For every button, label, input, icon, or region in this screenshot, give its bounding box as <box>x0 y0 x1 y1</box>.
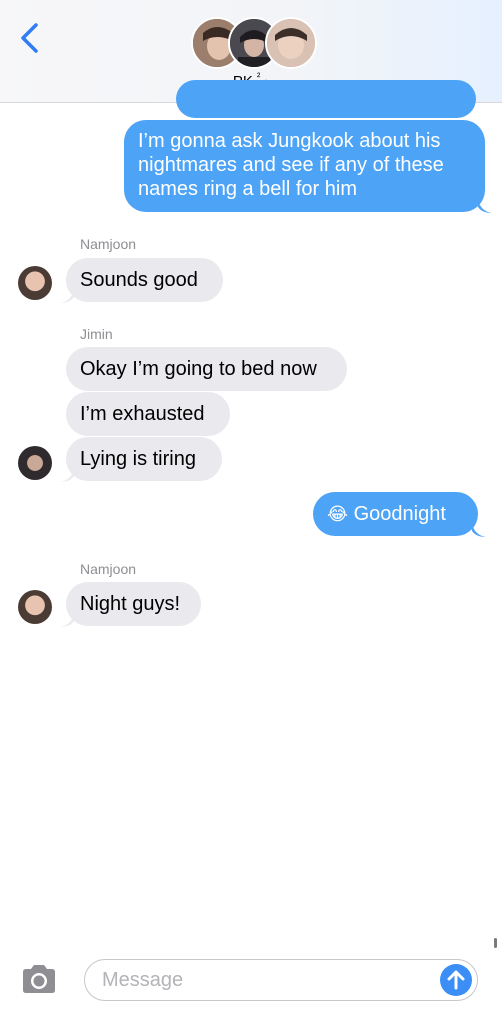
camera-icon[interactable] <box>20 964 58 994</box>
group-avatars[interactable] <box>191 17 317 69</box>
message-bubble-incoming[interactable]: Lying is tiring <box>66 437 222 481</box>
avatar-jimin[interactable] <box>18 446 52 480</box>
avatar-namjoon[interactable] <box>18 266 52 300</box>
send-button[interactable] <box>440 964 472 996</box>
message-text: Goodnight <box>353 503 446 525</box>
message-text: Sounds good <box>80 269 198 291</box>
chevron-left-icon[interactable] <box>18 22 42 54</box>
laughing-emoji-icon: 😂 <box>327 504 349 524</box>
message-text-line: I’m gonna ask Jungkook about his <box>138 130 441 152</box>
sender-name: Namjoon <box>80 236 137 252</box>
message-text: Lying is tiring <box>80 448 196 470</box>
bubble-tail <box>478 199 492 213</box>
message-placeholder: Message <box>102 969 184 991</box>
message-text: I’m exhausted <box>80 403 205 425</box>
message-text-line: nightmares and see if any of these <box>138 154 444 176</box>
bubble-tail <box>472 523 486 537</box>
message-text: Night guys! <box>80 593 181 615</box>
avatar-namjoon[interactable] <box>18 590 52 624</box>
avatar <box>265 17 317 69</box>
message-bubble-incoming[interactable]: Okay I’m going to bed now <box>66 347 347 391</box>
message-text-line: names ring a bell for him <box>138 178 357 200</box>
sender-name: Namjoon <box>80 561 137 577</box>
sender-name: Jimin <box>80 326 113 342</box>
message-bubble-incoming[interactable]: Night guys! <box>66 582 201 626</box>
message-bubble-partial[interactable] <box>176 80 476 118</box>
bubble-tail <box>60 613 74 627</box>
message-bubble-incoming[interactable]: I’m exhausted <box>66 392 230 436</box>
message-bubble-outgoing[interactable]: I’m gonna ask Jungkook about his nightma… <box>124 120 485 212</box>
message-bubble-incoming[interactable]: Sounds good <box>66 258 223 302</box>
scroll-indicator[interactable] <box>494 938 497 948</box>
message-bubble-outgoing[interactable]: 😂 Goodnight <box>313 492 478 536</box>
message-text: Okay I’m going to bed now <box>80 358 317 380</box>
message-input[interactable]: Message <box>84 959 478 1001</box>
bubble-tail <box>60 468 74 482</box>
bubble-tail <box>60 289 74 303</box>
arrow-up-icon <box>447 970 465 990</box>
